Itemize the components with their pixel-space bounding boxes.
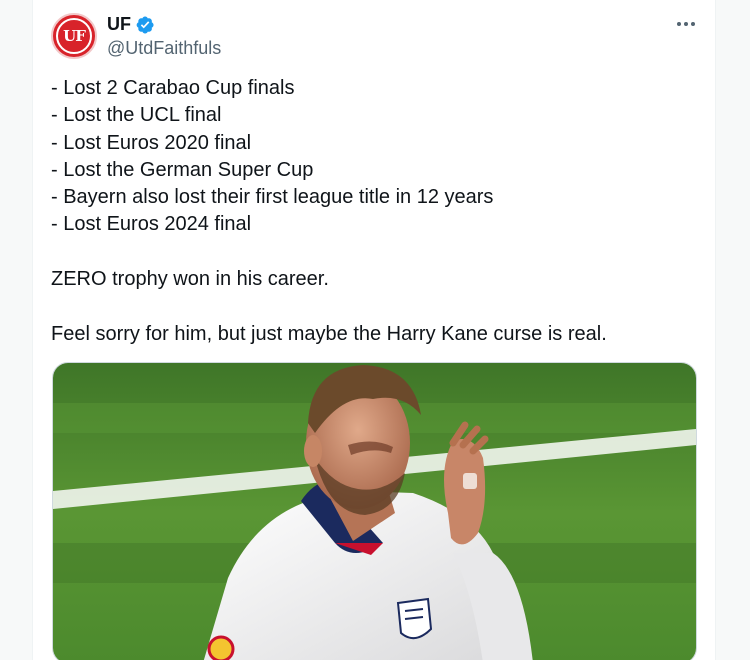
avatar[interactable]: UF: [51, 13, 97, 59]
more-options-icon[interactable]: [673, 14, 699, 34]
author-name-row[interactable]: UF: [107, 14, 155, 35]
tweet-line: - Lost Euros 2024 final: [51, 213, 252, 236]
avatar-logo: UF: [56, 18, 92, 54]
tweet-card[interactable]: UF UF @UtdFaithfuls - Lost 2 Carabao Cup…: [32, 0, 716, 660]
tweet-line: - Bayern also lost their first league ti…: [51, 186, 494, 209]
tweet-line: - Lost the German Super Cup: [51, 158, 314, 181]
author-handle[interactable]: @UtdFaithfuls: [107, 38, 221, 59]
player-photo: [53, 363, 696, 660]
verified-badge-icon: [136, 16, 154, 33]
tweet-line: - Lost 2 Carabao Cup finals: [51, 77, 295, 99]
tweet-text: - Lost 2 Carabao Cup finals - Lost the U…: [51, 75, 701, 348]
tweet-line: - Lost Euros 2020 final: [51, 131, 252, 154]
tweet-line: - Lost the UCL final: [51, 104, 222, 127]
tweet-photo[interactable]: [52, 362, 697, 660]
tweet-line: Feel sorry for him, but just maybe the H…: [51, 322, 607, 345]
author-display-name[interactable]: UF: [107, 14, 131, 35]
tweet-line: ZERO trophy won in his career.: [51, 268, 329, 291]
